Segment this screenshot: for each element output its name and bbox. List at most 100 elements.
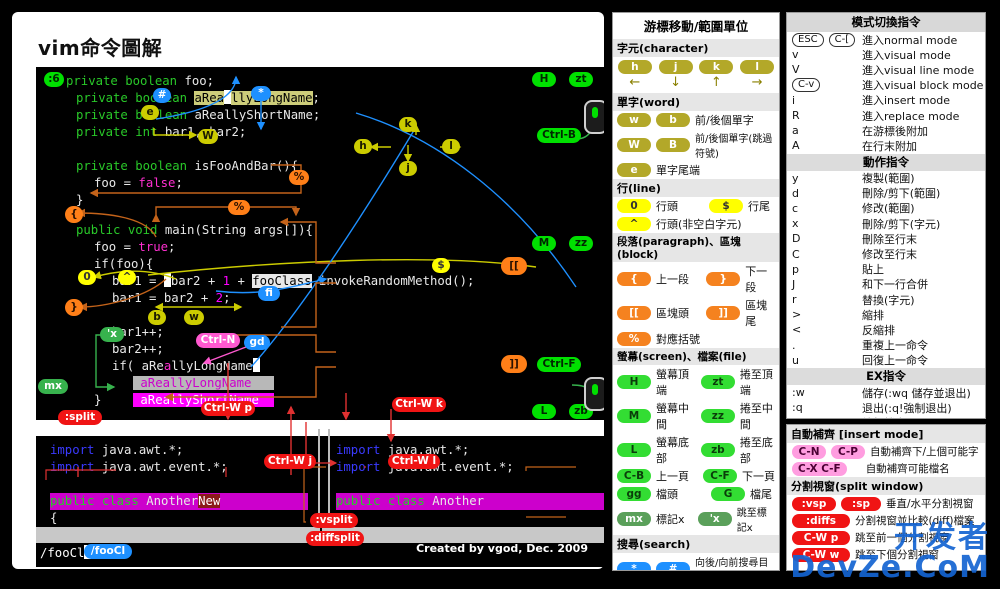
key-L[interactable]: L [617,443,651,457]
key-brace-close[interactable]: } [706,272,741,286]
badge-W[interactable]: W [198,129,218,144]
key-star[interactable]: * [617,562,651,570]
badge-star[interactable]: * [251,86,271,101]
mode-key-ctrl-v-wrap[interactable]: C-v [792,78,862,93]
key-block-close[interactable]: ]] [706,306,741,320]
key-w[interactable]: w [617,113,651,127]
arrow-up-icon: ↑ [710,75,722,90]
key-h[interactable]: h [617,60,652,74]
key-ctrl-x-ctrl-f-pill[interactable]: C-X C-F [792,461,847,476]
key-j[interactable]: j [658,60,693,74]
badge-split[interactable]: :split [58,410,102,425]
badge-jump-mark[interactable]: 'x [100,327,124,342]
badge-dollar[interactable]: $ [432,258,450,273]
badge-percent-1[interactable]: % [289,170,309,185]
badge-brace-open[interactable]: { [65,206,83,223]
key-dollar[interactable]: $ [709,199,743,213]
arrow-down-icon: ↓ [670,75,682,90]
badge-diffsplit[interactable]: :diffsplit [306,531,364,546]
key-hash[interactable]: # [656,562,690,570]
screenshot-root: vim命令圖解 private boolean foo; private boo… [0,0,1000,589]
key-caret[interactable]: ^ [617,217,651,231]
badge-k[interactable]: k [399,117,417,132]
key-G[interactable]: G [711,487,745,501]
badge-fi[interactable]: fi [258,286,280,301]
action-key-u: u [792,353,799,367]
badge-ctrl-b[interactable]: Ctrl-B [537,128,581,143]
key-sp-pill[interactable]: :sp [841,496,881,511]
key-ctrl-bracket[interactable]: C-[ [828,32,856,47]
badge-l[interactable]: l [442,139,460,154]
badge-block-open[interactable]: [[ [501,257,527,275]
badge-percent-2[interactable]: % [228,200,250,215]
key-M[interactable]: M [617,409,651,423]
key-brace-open[interactable]: { [617,272,651,286]
badge-j[interactable]: j [399,161,417,176]
ex-row-w: :w 儲存(:wq 儲存並退出) [787,385,985,400]
key-k[interactable]: k [699,60,734,74]
badge-L[interactable]: L [532,404,556,419]
key-ctrl-p-pill[interactable]: C-P [831,444,865,459]
mode-row-v: v 進入visual mode [787,47,985,62]
badge-w[interactable]: w [184,310,204,325]
action-key-x: x [792,217,799,231]
key-l[interactable]: l [740,60,775,74]
badge-H[interactable]: H [532,72,556,87]
badge-ctrl-f[interactable]: Ctrl-F [537,357,581,372]
key-mx[interactable]: mx [617,512,651,526]
key-block-open[interactable]: [[ [617,306,651,320]
mode-row-a: a 在游標後附加 [787,123,985,138]
key-ctrl-f[interactable]: C-F [703,469,737,483]
badge-M[interactable]: M [532,236,556,251]
key-vsp-pill[interactable]: :vsp [792,496,836,511]
badge-set-mark[interactable]: mx [38,379,68,394]
key-esc[interactable]: ESC [792,32,824,47]
badge-ctrl-w-p[interactable]: Ctrl-W p [201,401,255,416]
cursor-movement-panel: 游標移動/範圍單位 字元(character) h j k l ← ↓ ↑ → … [612,12,780,571]
badge-hash[interactable]: # [153,88,171,103]
key-zz[interactable]: zz [700,409,735,423]
key-zb[interactable]: zb [700,443,735,457]
badge-line-number[interactable]: :6 [44,72,64,87]
badge-ctrl-w-j[interactable]: Ctrl-W j [264,454,316,469]
badge-e[interactable]: e [141,105,159,120]
badge-zz[interactable]: zz [569,236,593,251]
badge-ctrl-w-l[interactable]: Ctrl-W l [388,454,440,469]
key-ctrl-b[interactable]: C-B [617,469,651,483]
key-ctrl-v[interactable]: C-v [792,78,821,93]
badge-h[interactable]: h [354,139,372,154]
action-desc-undo: 回復上一命令 [862,354,928,368]
badge-search-fooCl[interactable]: /fooCl [84,544,132,559]
key-W[interactable]: W [617,138,651,152]
key-H[interactable]: H [617,375,651,389]
key-quote-x[interactable]: 'x [697,512,732,526]
key-B[interactable]: B [656,138,690,152]
key-e[interactable]: e [617,163,651,177]
watermark-line2: DevZe.CoM [790,550,990,585]
badge-block-close[interactable]: ]] [501,355,527,373]
badge-zero[interactable]: 0 [78,270,96,285]
label-word-e: 單字尾端 [656,164,700,177]
action-row-d: d 刪除/剪下(範圍) [787,186,985,201]
key-percent[interactable]: % [617,332,651,346]
badge-ctrl-w-k[interactable]: Ctrl-W k [392,397,446,412]
mode-row-A: A 在行末附加 [787,138,985,153]
key-0[interactable]: 0 [617,199,651,213]
action-desc-C: 修改至行末 [862,248,917,262]
key-zt[interactable]: zt [700,375,735,389]
badge-b[interactable]: b [148,310,166,325]
badge-caret[interactable]: ^ [118,270,136,285]
key-ctrl-n-pill[interactable]: C-N [792,444,826,459]
key-b[interactable]: b [656,113,690,127]
action-desc-c: 修改(範圍) [862,202,915,216]
section-line: 行(line) [613,179,779,197]
badge-zt[interactable]: zt [569,72,593,87]
mode-key-V: V [792,63,800,77]
badge-ctrl-n[interactable]: Ctrl-N [196,333,240,348]
row-screen-H: H 螢幕頂端 zt 捲至頂端 [613,365,779,399]
badge-gd[interactable]: gd [244,335,270,350]
key-gg[interactable]: gg [617,487,651,501]
badge-vsplit[interactable]: :vsplit [310,513,358,528]
badge-brace-close[interactable]: } [65,299,83,316]
mode-key-esc[interactable]: ESC C-[ [792,32,862,47]
